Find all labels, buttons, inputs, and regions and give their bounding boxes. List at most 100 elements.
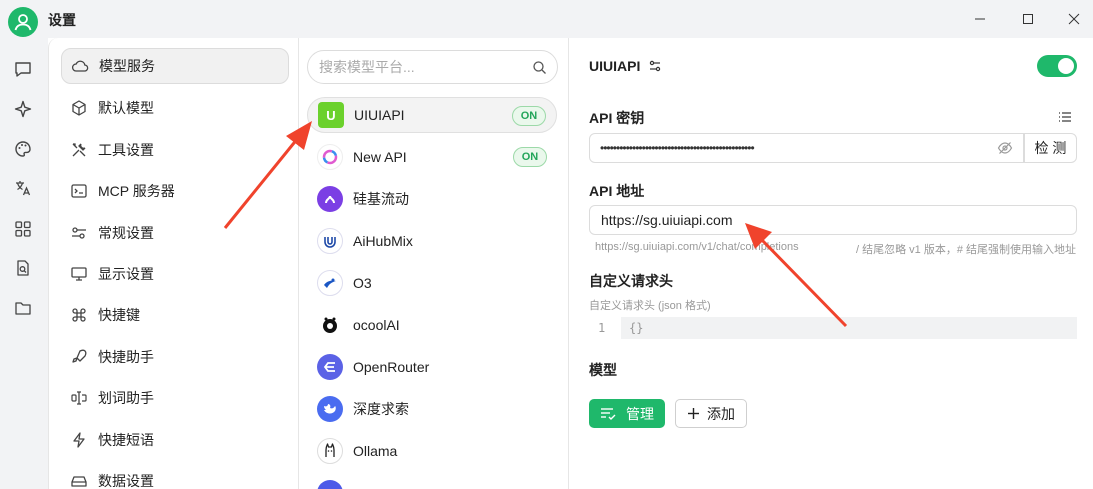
provider-item-aihubmix[interactable]: AiHubMix xyxy=(307,223,557,259)
provider-item-new-api[interactable]: New API ON xyxy=(307,139,557,175)
nav-item-shortcuts[interactable]: 快捷键 xyxy=(61,297,289,333)
provider-detail: UIUIAPI API 密钥 •••••••••••••••••••••••••… xyxy=(570,38,1093,489)
nav-item-tools[interactable]: 工具设置 xyxy=(61,132,289,168)
siliconflow-logo-icon xyxy=(317,186,343,212)
provider-item-deepseek[interactable]: 深度求索 xyxy=(307,391,557,427)
eye-off-icon[interactable] xyxy=(997,140,1013,156)
nav-item-quick-phrases[interactable]: 快捷短语 xyxy=(61,422,289,458)
nav-item-label: 模型服务 xyxy=(99,58,155,74)
provider-item-siliconflow[interactable]: 硅基流动 xyxy=(307,181,557,217)
nav-item-label: 快捷助手 xyxy=(98,349,154,365)
database-icon xyxy=(70,472,88,489)
status-badge: ON xyxy=(512,106,546,126)
doc-search-icon[interactable] xyxy=(12,257,34,279)
close-icon xyxy=(1068,13,1080,25)
provider-item-ollama[interactable]: Ollama xyxy=(307,433,557,469)
sparkle-icon[interactable] xyxy=(12,98,34,120)
api-url-label: API 地址 xyxy=(589,183,645,199)
monitor-icon xyxy=(70,265,88,283)
line-number: 1 xyxy=(598,321,606,335)
provider-list: 搜索模型平台... U UIUIAPI ON New API ON 硅基流动 A… xyxy=(299,38,569,489)
list-icon[interactable] xyxy=(1058,110,1072,124)
provider-item-ocoolai[interactable]: ocoolAI xyxy=(307,307,557,343)
o3-logo-icon xyxy=(317,270,343,296)
provider-item-openrouter[interactable]: OpenRouter xyxy=(307,349,557,385)
url-preview-hint: https://sg.uiuiapi.com/v1/chat/completio… xyxy=(595,241,799,253)
chat-icon[interactable] xyxy=(12,58,34,80)
nav-item-mcp-servers[interactable]: MCP 服务器 xyxy=(61,173,289,209)
window-title: 设置 xyxy=(48,12,76,28)
apps-grid-icon[interactable] xyxy=(12,218,34,240)
nav-item-display[interactable]: 显示设置 xyxy=(61,256,289,292)
search-icon xyxy=(533,61,546,74)
custom-headers-hint: 自定义请求头 (json 格式) xyxy=(589,300,711,312)
folder-icon[interactable] xyxy=(12,297,34,319)
translate-icon[interactable] xyxy=(12,177,34,199)
provider-item-partial[interactable] xyxy=(307,475,557,489)
icon-rail xyxy=(0,38,48,489)
settings-icon[interactable] xyxy=(648,59,662,73)
provider-name: UIUIAPI xyxy=(354,107,405,123)
provider-logo-icon xyxy=(317,480,343,489)
provider-item-o3[interactable]: O3 xyxy=(307,265,557,301)
list-check-icon xyxy=(601,407,616,420)
nav-item-label: 划词助手 xyxy=(98,390,154,406)
url-rule-hint: / 结尾忽略 v1 版本，# 结尾强制使用输入地址 xyxy=(856,244,1077,256)
nav-item-quick-assistant[interactable]: 快捷助手 xyxy=(61,339,289,375)
provider-name: O3 xyxy=(353,275,372,291)
sliders-icon xyxy=(70,224,88,242)
minimize-icon xyxy=(975,18,985,20)
nav-item-label: 数据设置 xyxy=(98,473,154,489)
minimize-button[interactable] xyxy=(965,6,995,32)
palette-icon[interactable] xyxy=(12,138,34,160)
provider-name: ocoolAI xyxy=(353,317,400,333)
custom-headers-label: 自定义请求头 xyxy=(589,273,673,289)
provider-name: AiHubMix xyxy=(353,233,413,249)
cloud-icon xyxy=(71,57,89,75)
api-key-label: API 密钥 xyxy=(589,110,645,126)
provider-name: New API xyxy=(353,149,407,165)
nav-item-label: 快捷键 xyxy=(98,307,140,323)
add-model-button[interactable]: 添加 xyxy=(675,399,747,428)
deepseek-logo-icon xyxy=(317,396,343,422)
models-label: 模型 xyxy=(589,362,617,378)
maximize-button[interactable] xyxy=(1013,6,1043,32)
provider-item-uiuiapi[interactable]: U UIUIAPI ON xyxy=(307,97,557,133)
provider-enable-toggle[interactable] xyxy=(1037,55,1077,77)
zap-icon xyxy=(70,431,88,449)
api-key-input[interactable]: ••••••••••••••••••••••••••••••••••••••••… xyxy=(589,133,1024,163)
headers-code-editor[interactable]: 1 {} xyxy=(589,317,1077,339)
close-button[interactable] xyxy=(1059,6,1089,32)
terminal-icon xyxy=(70,182,88,200)
toggle-knob xyxy=(1058,58,1074,74)
search-placeholder: 搜索模型平台... xyxy=(319,59,415,75)
nav-item-default-model[interactable]: 默认模型 xyxy=(61,90,289,126)
nav-item-data[interactable]: 数据设置 xyxy=(61,463,289,489)
text-cursor-icon xyxy=(70,389,88,407)
headers-code: {} xyxy=(621,317,1077,339)
nav-item-label: 默认模型 xyxy=(98,100,154,116)
nav-item-general[interactable]: 常规设置 xyxy=(61,215,289,251)
plus-icon xyxy=(688,408,699,419)
check-button[interactable]: 检 测 xyxy=(1024,133,1077,163)
nav-item-label: MCP 服务器 xyxy=(98,183,175,199)
provider-search-input[interactable]: 搜索模型平台... xyxy=(307,50,558,84)
avatar[interactable] xyxy=(8,7,38,37)
cube-icon xyxy=(70,99,88,117)
provider-name: OpenRouter xyxy=(353,359,430,375)
nav-item-label: 常规设置 xyxy=(98,225,154,241)
api-url-input[interactable]: https://sg.uiuiapi.com xyxy=(589,205,1077,235)
provider-title: UIUIAPI xyxy=(589,58,662,74)
rocket-icon xyxy=(70,348,88,366)
nav-item-model-service[interactable]: 模型服务 xyxy=(61,48,289,84)
ocoolai-logo-icon xyxy=(317,312,343,338)
tools-icon xyxy=(70,141,88,159)
provider-name: 深度求索 xyxy=(353,401,409,417)
user-icon xyxy=(14,14,32,31)
command-icon xyxy=(70,306,88,324)
status-badge: ON xyxy=(513,147,547,167)
ollama-logo-icon xyxy=(317,438,343,464)
manage-models-button[interactable]: 管理 xyxy=(589,399,665,428)
uiuiapi-logo-icon: U xyxy=(318,102,344,128)
nav-item-selection-assistant[interactable]: 划词助手 xyxy=(61,380,289,416)
